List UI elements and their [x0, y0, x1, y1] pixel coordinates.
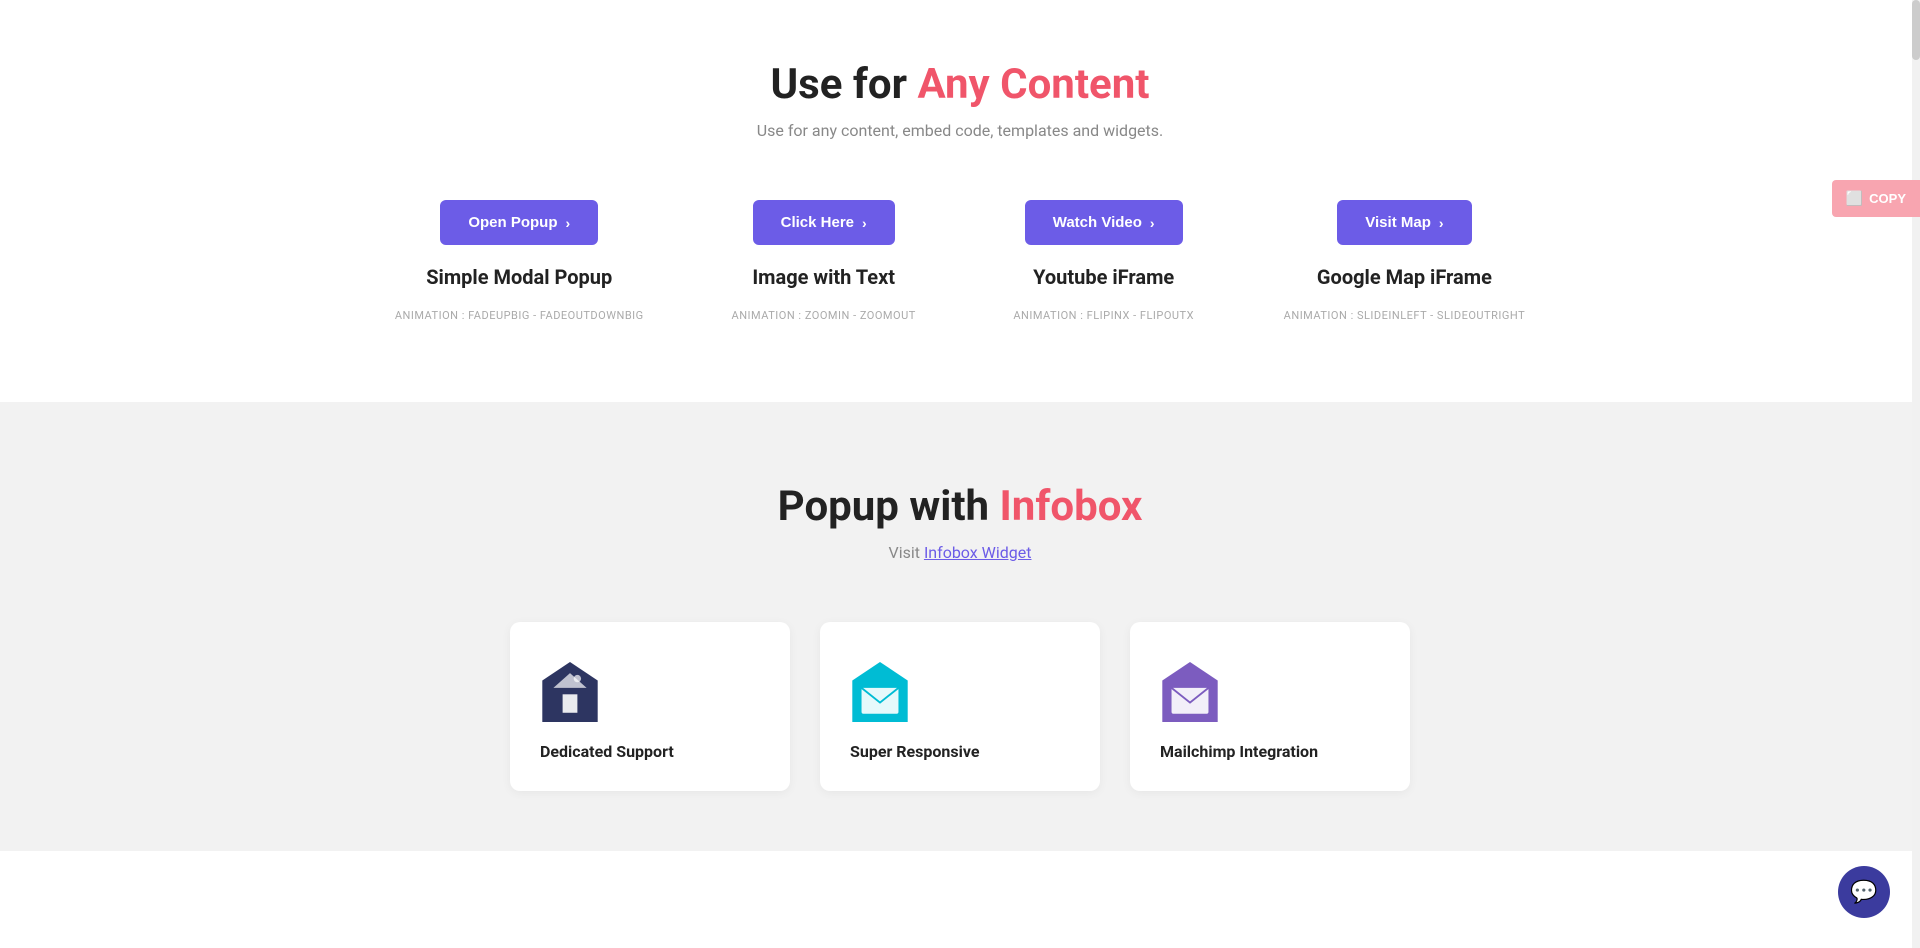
watch-video-label: Watch Video — [1053, 214, 1142, 231]
infobox-card-1: Dedicated Support — [510, 622, 790, 791]
cards-row: Open Popup › Simple Modal Popup ANIMATIO… — [0, 200, 1920, 322]
chevron-right-icon: › — [566, 215, 571, 231]
section2-subheading: Visit Infobox Widget — [0, 543, 1920, 562]
infobox-card-title-2: Super Responsive — [850, 742, 980, 761]
chat-icon: 💬 — [1850, 880, 1877, 905]
section2-subheading-prefix: Visit — [889, 543, 924, 562]
section1-heading-normal: Use for — [770, 60, 917, 109]
click-here-button[interactable]: Click Here › — [753, 200, 895, 245]
scrollbar-thumb[interactable] — [1912, 0, 1920, 60]
scrollbar[interactable] — [1912, 0, 1920, 948]
copy-label: COPY — [1869, 191, 1906, 206]
card-animation-3: ANIMATION : FLIPINX - FLIPOUTX — [1013, 309, 1194, 322]
infobox-widget-link[interactable]: Infobox Widget — [924, 543, 1032, 562]
visit-map-label: Visit Map — [1365, 214, 1431, 231]
open-popup-label: Open Popup — [468, 214, 557, 231]
envelope-icon — [850, 662, 910, 722]
any-content-section: Use for Any Content Use for any content,… — [0, 0, 1920, 402]
card-item-4: Visit Map › Google Map iFrame ANIMATION … — [1284, 200, 1525, 322]
infobox-card-title-1: Dedicated Support — [540, 742, 674, 761]
card-title-4: Google Map iFrame — [1317, 265, 1492, 289]
card-item-2: Click Here › Image with Text ANIMATION :… — [724, 200, 924, 322]
house-icon — [540, 662, 600, 722]
card-title-1: Simple Modal Popup — [426, 265, 612, 289]
section1-heading: Use for Any Content — [0, 60, 1920, 109]
click-here-label: Click Here — [781, 214, 854, 231]
card-animation-1: ANIMATION : FADEUPBIG - FADEOUTDOWNBIG — [395, 309, 644, 322]
chevron-right-icon-2: › — [862, 215, 867, 231]
watch-video-button[interactable]: Watch Video › — [1025, 200, 1183, 245]
section1-subheading: Use for any content, embed code, templat… — [0, 121, 1920, 140]
visit-map-button[interactable]: Visit Map › — [1337, 200, 1471, 245]
infobox-section: Popup with Infobox Visit Infobox Widget … — [0, 402, 1920, 851]
infobox-cards-row: Dedicated Support Super Responsive Mailc… — [0, 622, 1920, 791]
infobox-card-3: Mailchimp Integration — [1130, 622, 1410, 791]
card-item-3: Watch Video › Youtube iFrame ANIMATION :… — [1004, 200, 1204, 322]
infobox-card-title-3: Mailchimp Integration — [1160, 742, 1318, 761]
card-animation-4: ANIMATION : SLIDEINLEFT - SLIDEOUTRIGHT — [1284, 309, 1525, 322]
section2-heading-highlight: Infobox — [1000, 482, 1143, 531]
section1-heading-highlight: Any Content — [917, 60, 1149, 109]
copy-button[interactable]: ⬜ COPY — [1832, 180, 1920, 217]
chat-bubble-button[interactable]: 💬 — [1838, 866, 1890, 918]
card-item-1: Open Popup › Simple Modal Popup ANIMATIO… — [395, 200, 644, 322]
copy-icon: ⬜ — [1846, 190, 1863, 207]
infobox-card-2: Super Responsive — [820, 622, 1100, 791]
envelope-purple-icon — [1160, 662, 1220, 722]
card-title-3: Youtube iFrame — [1033, 265, 1174, 289]
section2-heading: Popup with Infobox — [0, 482, 1920, 531]
chevron-right-icon-4: › — [1439, 215, 1444, 231]
card-animation-2: ANIMATION : ZOOMIN - ZOOMOUT — [732, 309, 916, 322]
card-title-2: Image with Text — [752, 265, 895, 289]
chevron-right-icon-3: › — [1150, 215, 1155, 231]
section2-heading-normal: Popup with — [778, 482, 1000, 531]
open-popup-button[interactable]: Open Popup › — [440, 200, 598, 245]
